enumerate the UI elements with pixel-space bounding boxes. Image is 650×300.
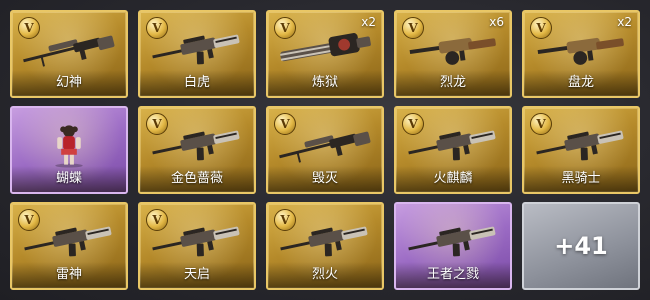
item-card[interactable]: V 幻神 (10, 10, 128, 98)
item-card[interactable]: 王者之戮 (394, 202, 512, 290)
vip-badge-icon: V (530, 17, 552, 39)
inventory-grid: V 幻神 V 白虎 Vx2 炼狱 Vx6 烈龙 Vx2 盘龙 蝴蝶 V 金色蔷薇 V 毁灭 V 火麒麟 V 黑骑士 V… (0, 0, 650, 300)
vip-badge-icon: V (146, 17, 168, 39)
character-art-icon (55, 125, 83, 168)
vip-badge-icon: V (530, 113, 552, 135)
item-name: 盘龙 (524, 70, 638, 96)
vip-badge-icon: V (402, 113, 424, 135)
item-name: 蝴蝶 (12, 166, 126, 192)
item-name: 王者之戮 (396, 262, 510, 288)
item-name: 炼狱 (268, 70, 382, 96)
item-art (404, 218, 502, 264)
vip-badge-icon: V (18, 209, 40, 231)
item-card[interactable]: Vx6 烈龙 (394, 10, 512, 98)
item-card[interactable]: V 雷神 (10, 202, 128, 290)
item-name: 雷神 (12, 262, 126, 288)
item-card[interactable]: 蝴蝶 (10, 106, 128, 194)
vip-badge-icon: V (402, 17, 424, 39)
item-card[interactable]: V 黑骑士 (522, 106, 640, 194)
vip-badge-icon: V (18, 17, 40, 39)
item-card[interactable]: V 烈火 (266, 202, 384, 290)
item-card[interactable]: V 白虎 (138, 10, 256, 98)
vip-badge-icon: V (274, 17, 296, 39)
item-name: 天启 (140, 262, 254, 288)
item-card[interactable]: V 金色蔷薇 (138, 106, 256, 194)
item-count: x2 (617, 15, 632, 29)
item-name: 白虎 (140, 70, 254, 96)
item-name: 黑骑士 (524, 166, 638, 192)
item-name: 毁灭 (268, 166, 382, 192)
item-card[interactable]: Vx2 炼狱 (266, 10, 384, 98)
item-card[interactable]: Vx2 盘龙 (522, 10, 640, 98)
item-name: 烈龙 (396, 70, 510, 96)
vip-badge-icon: V (146, 209, 168, 231)
item-name: 幻神 (12, 70, 126, 96)
more-items-count: +41 (554, 232, 608, 260)
rifle-icon (408, 226, 496, 257)
item-name: 烈火 (268, 262, 382, 288)
item-card[interactable]: V 火麒麟 (394, 106, 512, 194)
vip-badge-icon: V (146, 113, 168, 135)
item-card[interactable]: V 毁灭 (266, 106, 384, 194)
vip-badge-icon: V (274, 113, 296, 135)
vip-badge-icon: V (274, 209, 296, 231)
item-name: 火麒麟 (396, 166, 510, 192)
item-art (20, 122, 118, 168)
item-name: 金色蔷薇 (140, 166, 254, 192)
item-count: x6 (489, 15, 504, 29)
item-card[interactable]: V 天启 (138, 202, 256, 290)
more-items-button[interactable]: +41 (522, 202, 640, 290)
item-count: x2 (361, 15, 376, 29)
